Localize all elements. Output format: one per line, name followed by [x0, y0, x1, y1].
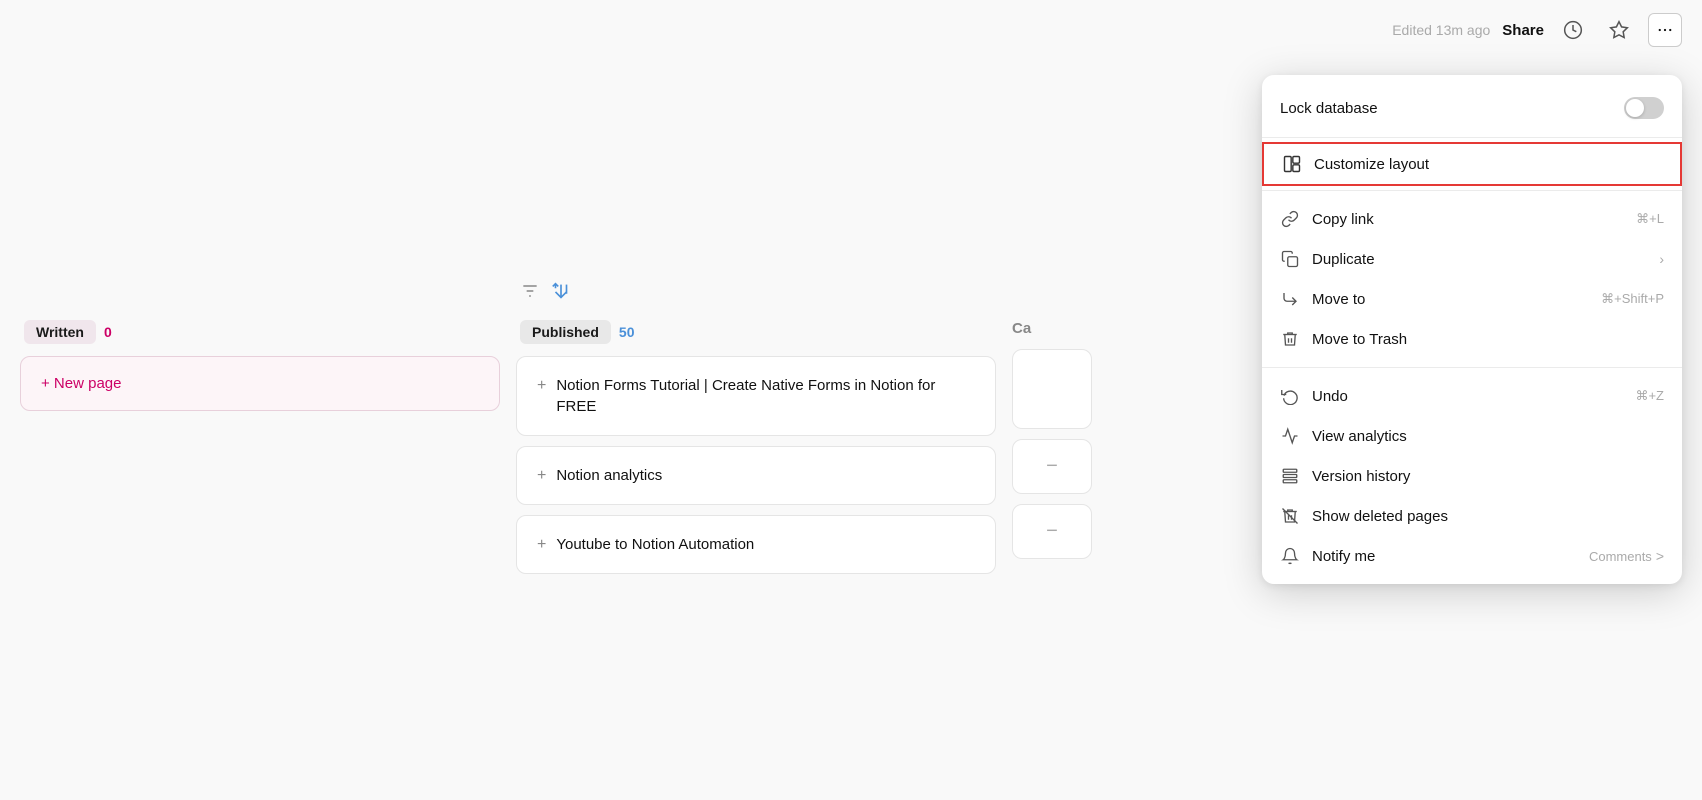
move-to-shortcut: ⌘+Shift+P [1601, 291, 1664, 307]
undo-left: Undo [1280, 386, 1348, 406]
move-to-label: Move to [1312, 291, 1365, 308]
move-to-trash-item[interactable]: Move to Trash [1262, 319, 1682, 359]
move-to-item[interactable]: Move to ⌘+Shift+P [1262, 279, 1682, 319]
published-count: 50 [619, 324, 635, 340]
actions-section: Undo ⌘+Z View analytics [1262, 367, 1682, 584]
written-count: 0 [104, 324, 112, 340]
third-column-label: Ca [1012, 320, 1031, 337]
move-to-trash-label: Move to Trash [1312, 331, 1407, 348]
show-deleted-item[interactable]: Show deleted pages [1262, 496, 1682, 536]
share-button[interactable]: Share [1502, 22, 1544, 39]
third-column-card-stub-3: − [1012, 504, 1092, 559]
undo-item[interactable]: Undo ⌘+Z [1262, 376, 1682, 416]
published-column-header: Published 50 [516, 320, 996, 344]
duplicate-left: Duplicate [1280, 249, 1375, 269]
lock-section: Lock database [1262, 75, 1682, 137]
history-icon[interactable] [1556, 13, 1590, 47]
view-analytics-item[interactable]: View analytics [1262, 416, 1682, 456]
card-plus-icon: + [537, 377, 546, 395]
third-column-card-stub [1012, 349, 1092, 429]
list-item[interactable]: + Notion Forms Tutorial | Create Native … [516, 356, 996, 436]
notify-icon [1280, 546, 1300, 566]
version-history-label: Version history [1312, 468, 1410, 485]
third-column-card-stub-2: − [1012, 439, 1092, 494]
analytics-icon [1280, 426, 1300, 446]
copy-link-label: Copy link [1312, 211, 1374, 228]
star-icon[interactable] [1602, 13, 1636, 47]
list-item[interactable]: + Youtube to Notion Automation [516, 515, 996, 574]
edited-timestamp: Edited 13m ago [1392, 22, 1490, 38]
duplicate-item[interactable]: Duplicate › [1262, 239, 1682, 279]
published-column: Published 50 + Notion Forms Tutorial | C… [516, 320, 996, 584]
show-deleted-left: Show deleted pages [1280, 506, 1448, 526]
top-bar: Edited 13m ago Share [1392, 0, 1702, 60]
version-history-icon [1280, 466, 1300, 486]
lock-database-label: Lock database [1280, 100, 1378, 117]
filter-sort-bar [20, 280, 582, 307]
written-column-header: Written 0 [20, 320, 500, 344]
card-plus-icon: + [537, 536, 546, 554]
board-columns: Written 0 + New page Published 50 + Noti… [20, 320, 1092, 584]
duplicate-icon [1280, 249, 1300, 269]
new-page-button[interactable]: + New page [20, 356, 500, 411]
undo-icon [1280, 386, 1300, 406]
filter-icon[interactable] [520, 281, 540, 306]
notify-me-label: Notify me [1312, 548, 1375, 565]
show-deleted-label: Show deleted pages [1312, 508, 1448, 525]
dropdown-menu: Lock database Customize layout [1262, 75, 1682, 584]
card-plus-icon: + [537, 467, 546, 485]
copy-link-item[interactable]: Copy link ⌘+L [1262, 199, 1682, 239]
copy-link-shortcut: ⌘+L [1636, 211, 1664, 227]
third-column-partial: Ca − − [1012, 320, 1092, 584]
toggle-knob [1626, 99, 1644, 117]
lock-database-row[interactable]: Lock database [1262, 83, 1682, 129]
lock-toggle[interactable] [1624, 97, 1664, 119]
trash-icon [1280, 329, 1300, 349]
notify-arrow: > [1656, 548, 1664, 564]
card-title: Notion analytics [556, 465, 662, 486]
move-to-left: Move to [1280, 289, 1365, 309]
notify-sub-label: Comments [1589, 549, 1652, 564]
notify-me-left: Notify me [1280, 546, 1375, 566]
undo-shortcut: ⌘+Z [1635, 388, 1664, 404]
customize-layout-item[interactable]: Customize layout [1262, 142, 1682, 186]
card-title: Youtube to Notion Automation [556, 534, 754, 555]
copy-link-icon [1280, 209, 1300, 229]
view-analytics-label: View analytics [1312, 428, 1407, 445]
undo-label: Undo [1312, 388, 1348, 405]
copy-link-left: Copy link [1280, 209, 1374, 229]
view-analytics-left: View analytics [1280, 426, 1407, 446]
customize-layout-label: Customize layout [1314, 156, 1429, 173]
third-column-header: Ca [1012, 320, 1092, 337]
duplicate-label: Duplicate [1312, 251, 1375, 268]
move-to-trash-left: Move to Trash [1280, 329, 1407, 349]
more-options-button[interactable] [1648, 13, 1682, 47]
card-title: Notion Forms Tutorial | Create Native Fo… [556, 375, 975, 417]
published-tag: Published [520, 320, 611, 344]
links-section: Copy link ⌘+L Duplicate › [1262, 190, 1682, 367]
duplicate-arrow: › [1659, 251, 1664, 267]
customize-layout-icon [1282, 154, 1302, 174]
sort-icon[interactable] [550, 280, 572, 307]
notify-sub-group: Comments > [1589, 548, 1664, 564]
show-deleted-icon [1280, 506, 1300, 526]
written-tag: Written [24, 320, 96, 344]
version-history-item[interactable]: Version history [1262, 456, 1682, 496]
written-column: Written 0 + New page [20, 320, 500, 584]
notify-me-item[interactable]: Notify me Comments > [1262, 536, 1682, 576]
version-history-left: Version history [1280, 466, 1410, 486]
list-item[interactable]: + Notion analytics [516, 446, 996, 505]
customize-section: Customize layout [1262, 137, 1682, 190]
move-to-icon [1280, 289, 1300, 309]
